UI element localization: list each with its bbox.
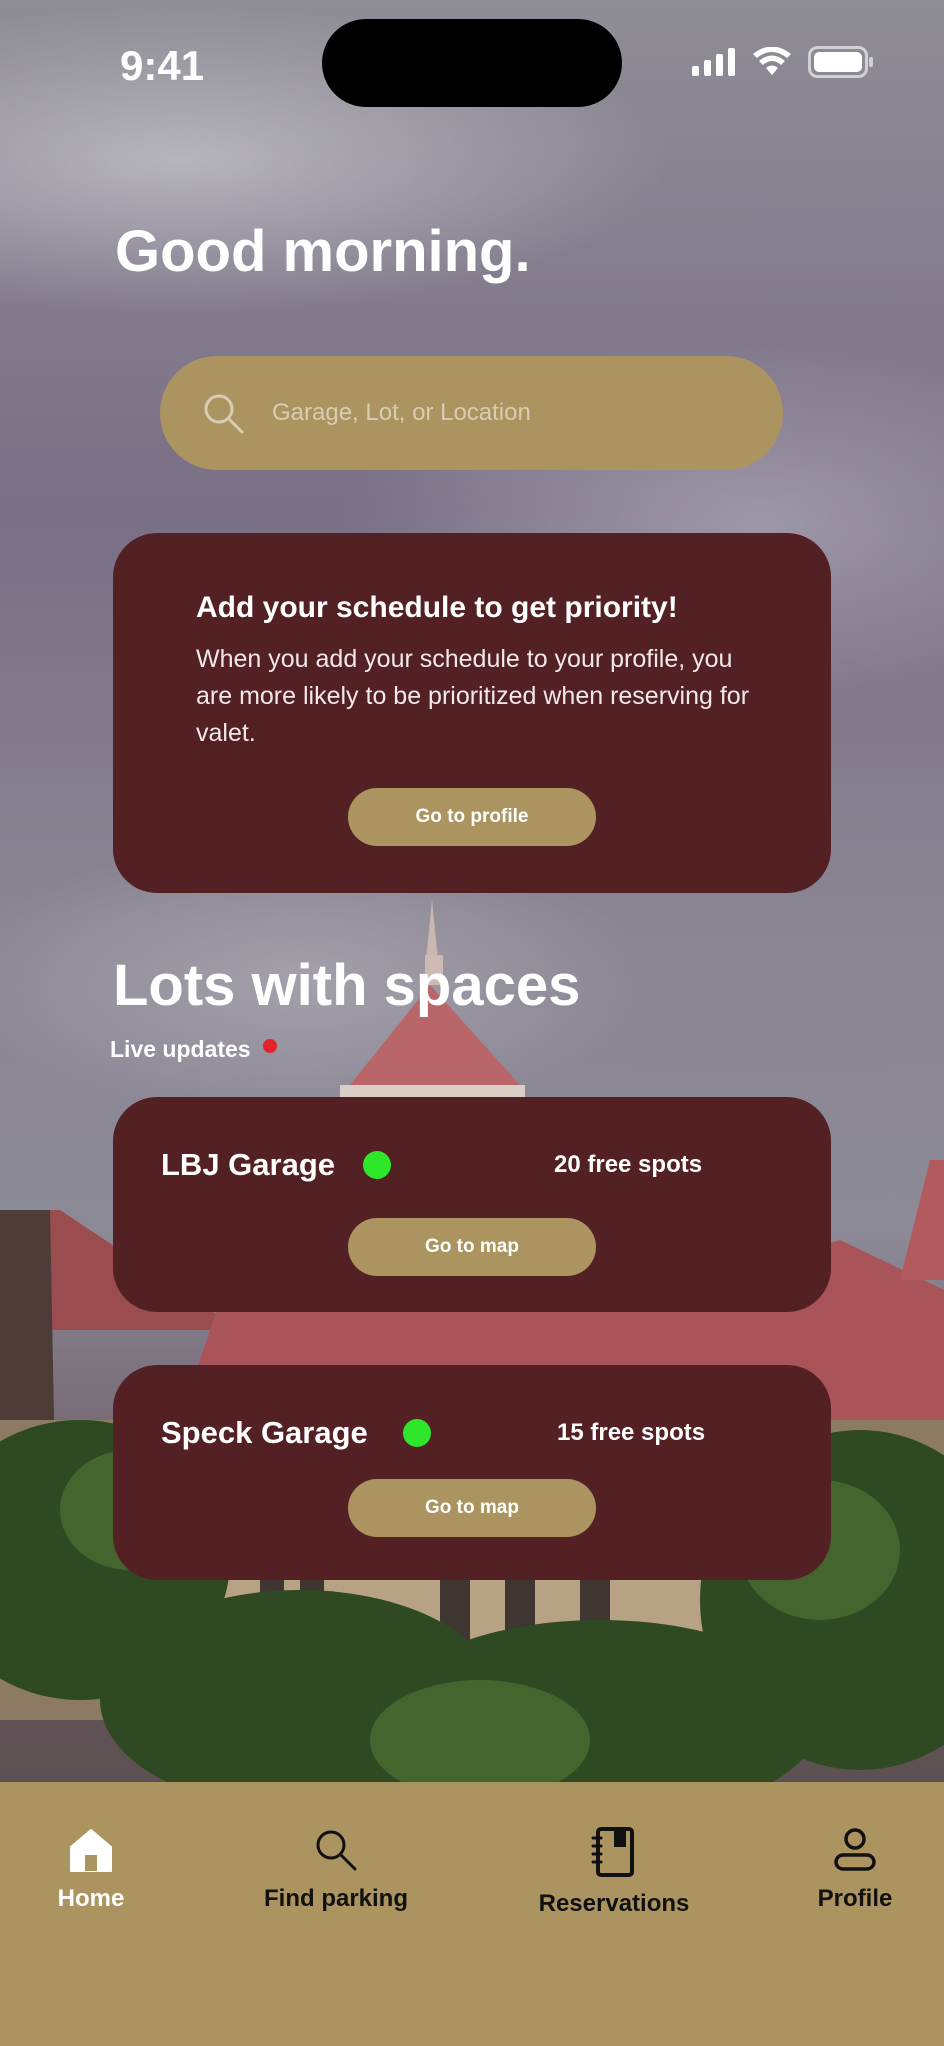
- lot-card-speck-garage: Speck Garage 15 free spots Go to map: [113, 1365, 831, 1580]
- go-to-profile-button[interactable]: Go to profile: [348, 788, 596, 846]
- search-input[interactable]: Garage, Lot, or Location: [272, 399, 531, 427]
- live-updates-indicator: Live updates: [110, 1036, 277, 1063]
- tab-label: Find parking: [264, 1885, 408, 1912]
- search-bar[interactable]: Garage, Lot, or Location: [160, 356, 783, 470]
- tab-home[interactable]: Home: [40, 1827, 142, 1913]
- lots-section-title: Lots with spaces: [113, 953, 581, 1018]
- availability-dot-icon: [363, 1151, 391, 1179]
- lot-name: Speck Garage: [161, 1415, 368, 1450]
- promo-title: Add your schedule to get priority!: [196, 591, 678, 624]
- tab-label: Reservations: [538, 1890, 690, 1917]
- lot-name: LBJ Garage: [161, 1147, 336, 1182]
- dynamic-island: [322, 19, 622, 107]
- person-icon: [834, 1828, 876, 1871]
- cellular-signal-icon: [692, 48, 735, 76]
- promo-body: When you add your schedule to your profi…: [196, 645, 750, 747]
- live-dot-icon: [262, 1038, 277, 1053]
- battery-icon: [808, 46, 873, 78]
- lot-free-spots: 15 free spots: [557, 1419, 706, 1446]
- go-to-map-button[interactable]: Go to map: [348, 1479, 596, 1537]
- schedule-promo-card: Add your schedule to get priority! When …: [113, 533, 831, 893]
- search-icon: [204, 394, 244, 434]
- live-updates-label: Live updates: [110, 1036, 251, 1062]
- go-to-map-button[interactable]: Go to map: [348, 1218, 596, 1276]
- status-icons: [692, 46, 874, 78]
- notebook-icon: [591, 1827, 634, 1877]
- availability-dot-icon: [403, 1419, 431, 1447]
- home-icon: [70, 1829, 112, 1872]
- lot-free-spots: 20 free spots: [554, 1151, 703, 1178]
- tab-reservations[interactable]: Reservations: [532, 1826, 696, 1918]
- bottom-tab-bar: Home Find parking Reservations Profile: [0, 1782, 944, 2046]
- status-time: 9:41: [120, 42, 205, 89]
- search-icon: [316, 1830, 357, 1871]
- wifi-icon: [753, 47, 791, 75]
- tab-find-parking[interactable]: Find parking: [254, 1827, 418, 1913]
- lot-card-lbj-garage: LBJ Garage 20 free spots Go to map: [113, 1097, 831, 1312]
- status-bar: 9:41: [0, 0, 944, 120]
- home-screen: 9:41 Good morning. Garage, Lot, or Locat…: [0, 0, 944, 2046]
- tab-label: Home: [57, 1885, 125, 1912]
- tab-profile[interactable]: Profile: [800, 1827, 910, 1913]
- tab-label: Profile: [817, 1885, 893, 1912]
- greeting-heading: Good morning.: [115, 219, 531, 284]
